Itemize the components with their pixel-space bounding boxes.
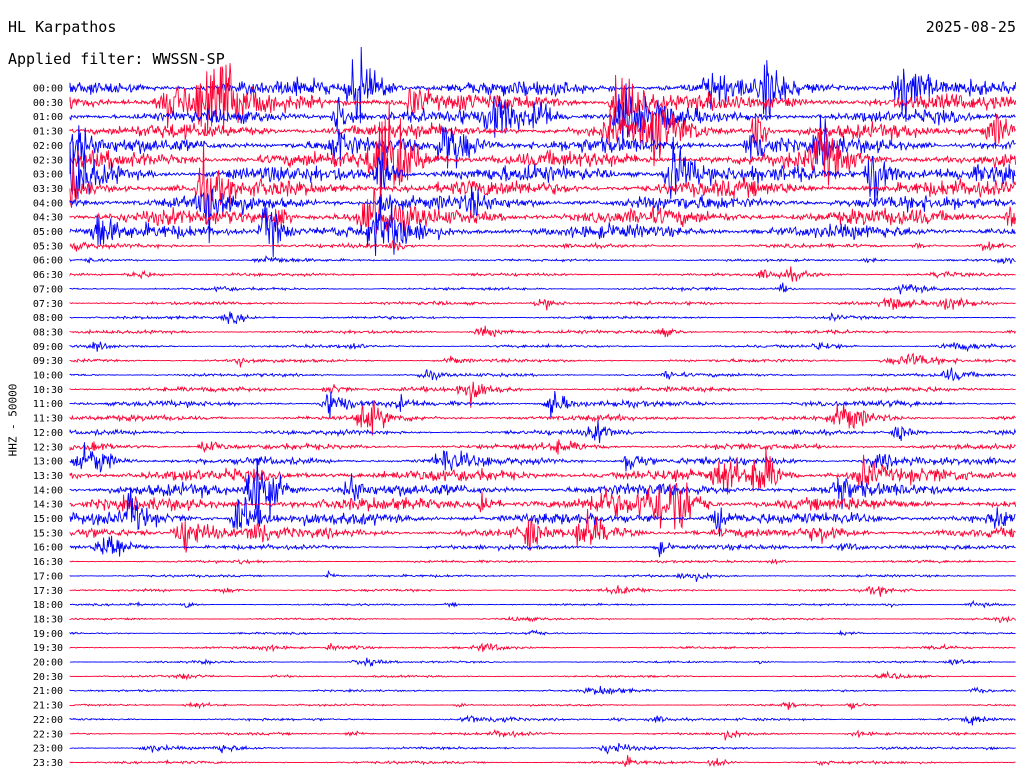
trace-group (69, 46, 1017, 768)
row-label-1430: 14:30 (33, 500, 63, 511)
row-label-0130: 01:30 (33, 127, 63, 138)
row-label-1600: 16:00 (33, 543, 63, 554)
row-label-0600: 06:00 (33, 256, 63, 267)
row-label-1130: 11:30 (33, 414, 63, 425)
row-label-0700: 07:00 (33, 284, 63, 295)
row-label-0500: 05:00 (33, 227, 63, 238)
trace-row-0030 (69, 63, 1017, 134)
row-label-0930: 09:30 (33, 356, 63, 367)
row-label-0730: 07:30 (33, 299, 63, 310)
row-label-2330: 23:30 (33, 758, 63, 769)
row-label-0630: 06:30 (33, 270, 63, 281)
row-label-0000: 00:00 (33, 84, 63, 95)
row-label-1700: 17:00 (33, 571, 63, 582)
row-label-1800: 18:00 (33, 600, 63, 611)
trace-row-1600 (69, 535, 1016, 558)
trace-row-2230 (69, 728, 1016, 741)
row-label-2000: 20:00 (33, 658, 63, 669)
trace-row-0830 (69, 325, 1017, 338)
trace-row-0600 (69, 255, 1016, 265)
trace-row-1800 (69, 599, 1016, 609)
row-label-0430: 04:30 (33, 213, 63, 224)
row-label-1200: 12:00 (33, 428, 63, 439)
row-label-1900: 19:00 (33, 629, 63, 640)
trace-row-2200 (69, 714, 1016, 726)
trace-row-1230 (69, 439, 1016, 455)
row-label-0030: 00:30 (33, 98, 63, 109)
trace-row-2330 (69, 755, 1016, 768)
row-label-0900: 09:00 (33, 342, 63, 353)
row-label-1330: 13:30 (33, 471, 63, 482)
trace-row-0700 (69, 282, 1016, 295)
row-label-2200: 22:00 (33, 715, 63, 726)
trace-row-0530 (69, 239, 1016, 252)
trace-row-2130 (69, 701, 1016, 711)
row-label-1530: 15:30 (33, 528, 63, 539)
trace-row-1000 (69, 367, 1016, 382)
trace-row-0800 (69, 311, 1016, 325)
row-label-1000: 10:00 (33, 371, 63, 382)
trace-row-2000 (69, 657, 1016, 668)
trace-row-1730 (69, 585, 1016, 597)
row-label-1830: 18:30 (33, 614, 63, 625)
trace-row-1630 (69, 558, 1016, 566)
trace-row-1700 (69, 569, 1016, 582)
trace-row-2300 (69, 743, 1016, 755)
row-label-1500: 15:00 (33, 514, 63, 525)
trace-row-1900 (69, 629, 1016, 637)
row-label-1030: 10:30 (33, 385, 63, 396)
row-label-2100: 21:00 (33, 686, 63, 697)
row-label-2300: 23:00 (33, 744, 63, 755)
row-label-2130: 21:30 (33, 701, 63, 712)
row-label-1730: 17:30 (33, 586, 63, 597)
trace-row-2030 (69, 670, 1016, 681)
row-label-1300: 13:00 (33, 457, 63, 468)
trace-row-0900 (69, 341, 1016, 353)
trace-row-1200 (69, 420, 1017, 444)
trace-row-1130 (69, 400, 1016, 436)
trace-row-1930 (69, 642, 1016, 653)
trace-row-0500 (69, 197, 1016, 258)
row-label-2230: 22:30 (33, 729, 63, 740)
trace-row-0930 (69, 352, 1016, 368)
row-label-0200: 02:00 (33, 141, 63, 152)
row-label-2030: 20:30 (33, 672, 63, 683)
row-label-0400: 04:00 (33, 198, 63, 209)
row-label-1400: 14:00 (33, 485, 63, 496)
row-label-1100: 11:00 (33, 399, 63, 410)
trace-row-1400 (69, 458, 1016, 524)
trace-row-1830 (69, 615, 1016, 623)
row-label-0100: 01:00 (33, 112, 63, 123)
row-label-0830: 08:30 (33, 327, 63, 338)
row-label-1930: 19:30 (33, 643, 63, 654)
trace-row-0630 (69, 266, 1016, 282)
row-label-0230: 02:30 (33, 155, 63, 166)
row-label-0800: 08:00 (33, 313, 63, 324)
row-label-group: 00:00 00:30 01:00 01:30 02:00 02:30 03:00 03:30… (33, 84, 63, 769)
trace-row-1330 (69, 446, 1017, 495)
row-label-1630: 16:30 (33, 557, 63, 568)
trace-row-1500 (69, 487, 1016, 537)
row-label-0300: 03:00 (33, 170, 63, 181)
row-label-0330: 03:30 (33, 184, 63, 195)
row-label-1230: 12:30 (33, 442, 63, 453)
trace-row-0730 (69, 296, 1016, 311)
seismogram-plot: 00:00 00:30 01:00 01:30 02:00 02:30 03:00 03:30… (33, 46, 1017, 769)
filter-label: Applied filter: WWSSN-SP (8, 50, 225, 68)
row-label-0530: 05:30 (33, 241, 63, 252)
trace-row-2100 (69, 685, 1016, 696)
